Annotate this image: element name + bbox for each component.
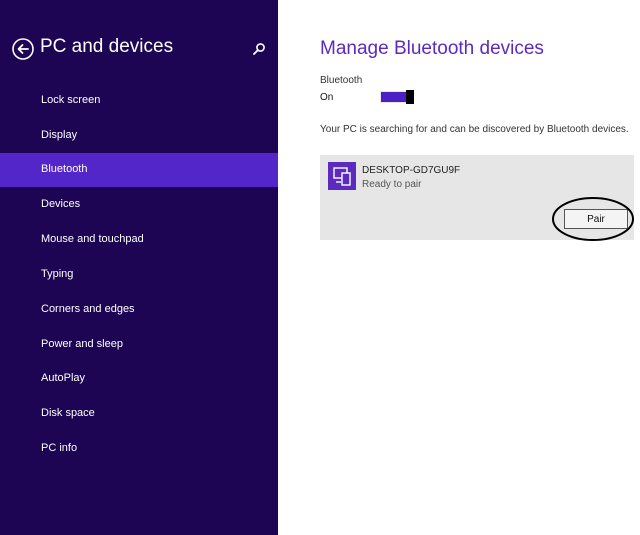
device-list-item[interactable]: DESKTOP-GD7GU9F Ready to pair Pair: [320, 155, 634, 240]
device-status: Ready to pair: [362, 179, 422, 190]
back-arrow-icon: [12, 38, 34, 60]
sidebar-item-pc-info[interactable]: PC info: [0, 432, 278, 466]
bluetooth-label: Bluetooth: [320, 75, 363, 86]
sidebar-item-corners-and-edges[interactable]: Corners and edges: [0, 293, 278, 327]
sidebar-title: PC and devices: [40, 36, 174, 57]
sidebar-item-power-and-sleep[interactable]: Power and sleep: [0, 328, 278, 362]
sidebar-item-label: Lock screen: [41, 94, 101, 106]
sidebar-item-typing[interactable]: Typing: [0, 258, 278, 292]
sidebar-item-label: Corners and edges: [41, 303, 135, 315]
discovery-status-text: Your PC is searching for and can be disc…: [320, 124, 629, 135]
sidebar-item-label: Devices: [41, 198, 81, 210]
sidebar-item-disk-space[interactable]: Disk space: [0, 397, 278, 431]
bluetooth-state-text: On: [320, 92, 334, 103]
sidebar-item-mouse-and-touchpad[interactable]: Mouse and touchpad: [0, 223, 278, 257]
sidebar-item-label: Disk space: [41, 407, 95, 419]
toggle-knob: [406, 90, 414, 104]
sidebar-item-devices[interactable]: Devices: [0, 188, 278, 222]
search-icon: [253, 43, 265, 55]
sidebar-item-label: Bluetooth: [41, 163, 88, 175]
sidebar-item-label: Typing: [41, 268, 74, 280]
sidebar-item-bluetooth[interactable]: Bluetooth: [0, 153, 278, 187]
device-name: DESKTOP-GD7GU9F: [362, 165, 461, 176]
device-icon: [328, 162, 356, 190]
sidebar-item-label: Mouse and touchpad: [41, 233, 144, 245]
sidebar-item-label: Display: [41, 129, 78, 141]
sidebar-item-lock-screen[interactable]: Lock screen: [0, 84, 278, 118]
search-button[interactable]: [252, 42, 266, 56]
pair-button[interactable]: Pair: [564, 209, 628, 229]
sidebar-item-label: PC info: [41, 442, 78, 454]
sidebar-item-label: Power and sleep: [41, 338, 123, 350]
back-button[interactable]: [12, 38, 34, 60]
sidebar-item-label: AutoPlay: [41, 372, 86, 384]
sidebar: PC and devices Lock screen Display Bluet…: [0, 0, 278, 535]
bluetooth-toggle[interactable]: [380, 90, 414, 104]
sidebar-item-autoplay[interactable]: AutoPlay: [0, 362, 278, 396]
sidebar-item-display[interactable]: Display: [0, 119, 278, 153]
page-title: Manage Bluetooth devices: [320, 38, 544, 59]
